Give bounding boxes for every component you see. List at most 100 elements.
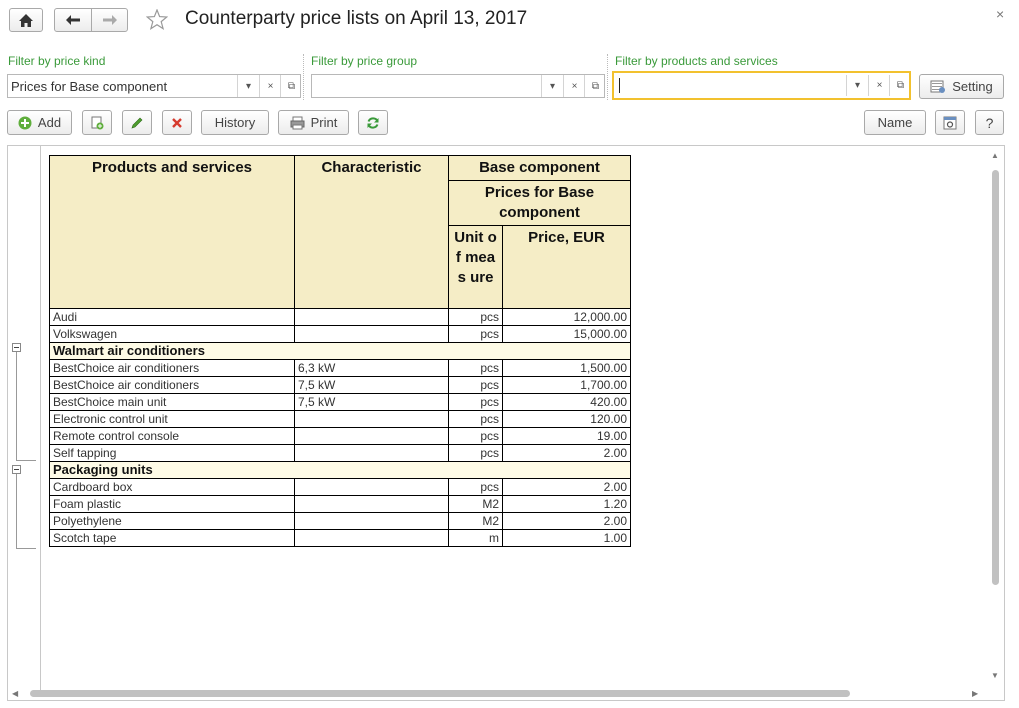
cell-price: 2.00 <box>502 512 631 530</box>
print-label: Print <box>310 115 338 130</box>
forward-button[interactable] <box>91 8 128 32</box>
text-cursor <box>619 78 620 93</box>
table-row[interactable]: Self tapping pcs 2.00 <box>49 444 631 462</box>
dropdown-icon[interactable]: ▾ <box>541 75 563 97</box>
help-button[interactable]: ? <box>975 110 1004 135</box>
name-button[interactable]: Name <box>864 110 926 135</box>
printer-icon <box>290 116 305 129</box>
table-row[interactable]: Electronic control unit pcs 120.00 <box>49 410 631 428</box>
collapse-group-packaging-icon[interactable] <box>12 465 21 474</box>
scroll-down-icon[interactable]: ▼ <box>991 671 999 680</box>
arrow-right-icon <box>102 15 117 25</box>
history-button[interactable]: History <box>201 110 269 135</box>
price-group-field[interactable]: ▾ × ⧉ <box>311 74 605 98</box>
scroll-left-icon[interactable]: ◀ <box>12 689 18 698</box>
cell-price: 120.00 <box>502 410 631 428</box>
cell-product: Cardboard box <box>49 478 295 496</box>
scroll-right-icon[interactable]: ▶ <box>972 689 978 698</box>
cell-price: 420.00 <box>502 393 631 411</box>
table-row[interactable]: BestChoice air conditioners 7,5 kW pcs 1… <box>49 376 631 394</box>
setting-button[interactable]: Setting <box>919 74 1004 99</box>
cell-unit: pcs <box>448 478 503 496</box>
cell-unit: m <box>448 529 503 547</box>
table-row[interactable]: Audi pcs 12,000.00 <box>49 308 631 326</box>
cell-price: 1,700.00 <box>502 376 631 394</box>
more-actions-button[interactable] <box>935 110 965 135</box>
cell-product: BestChoice air conditioners <box>49 359 295 377</box>
table-row[interactable]: Scotch tape m 1.00 <box>49 529 631 547</box>
refresh-button[interactable] <box>358 110 388 135</box>
table-row[interactable]: Foam plastic M2 1.20 <box>49 495 631 513</box>
price-kind-value: Prices for Base component <box>11 79 168 94</box>
delete-button[interactable] <box>162 110 192 135</box>
header-unit: Unit of meas ure <box>448 225 503 309</box>
open-icon[interactable]: ⧉ <box>889 75 911 96</box>
cell-product: Polyethylene <box>49 512 295 530</box>
collapse-group-walmart-icon[interactable] <box>12 343 21 352</box>
clear-icon[interactable]: × <box>563 75 585 97</box>
header-characteristic: Characteristic <box>294 155 449 309</box>
table-row[interactable]: BestChoice air conditioners 6,3 kW pcs 1… <box>49 359 631 377</box>
cell-product: Volkswagen <box>49 325 295 343</box>
open-icon[interactable]: ⧉ <box>584 75 606 97</box>
cell-product: BestChoice main unit <box>49 393 295 411</box>
vertical-scrollbar-thumb[interactable] <box>992 170 999 585</box>
window-settings-icon <box>943 116 957 129</box>
name-label: Name <box>877 115 913 130</box>
table-row[interactable]: Volkswagen pcs 15,000.00 <box>49 325 631 343</box>
cell-product: Remote control console <box>49 427 295 445</box>
close-icon[interactable]: × <box>996 6 1004 22</box>
refresh-icon <box>367 116 379 129</box>
table-row[interactable]: Remote control console pcs 19.00 <box>49 427 631 445</box>
dropdown-icon[interactable]: ▾ <box>237 75 259 97</box>
pencil-icon <box>131 117 143 128</box>
cell-characteristic <box>294 529 449 547</box>
add-button[interactable]: Add <box>7 110 72 135</box>
home-icon <box>19 13 33 27</box>
filter-separator <box>607 54 608 100</box>
back-button[interactable] <box>54 8 92 32</box>
cell-characteristic <box>294 512 449 530</box>
edit-button[interactable] <box>122 110 152 135</box>
price-kind-field[interactable]: Prices for Base component ▾ × ⧉ <box>7 74 301 98</box>
cell-unit: pcs <box>448 308 503 326</box>
add-label: Add <box>37 115 62 130</box>
cell-unit: pcs <box>448 444 503 462</box>
outline-line <box>16 460 36 461</box>
outline-line <box>16 548 36 549</box>
setting-label: Setting <box>952 79 993 94</box>
copy-button[interactable] <box>82 110 112 135</box>
clear-icon[interactable]: × <box>868 75 890 96</box>
cell-unit: M2 <box>448 495 503 513</box>
horizontal-scrollbar-thumb[interactable] <box>30 690 850 697</box>
add-icon <box>18 116 32 129</box>
group-row[interactable]: Walmart air conditioners <box>49 342 631 360</box>
cell-price: 1,500.00 <box>502 359 631 377</box>
group-row[interactable]: Packaging units <box>49 461 631 479</box>
cell-characteristic <box>294 444 449 462</box>
outline-line <box>16 474 17 548</box>
open-icon[interactable]: ⧉ <box>280 75 302 97</box>
cell-characteristic: 7,5 kW <box>294 376 449 394</box>
cell-product: Scotch tape <box>49 529 295 547</box>
cell-characteristic <box>294 410 449 428</box>
products-filter-field[interactable]: ▾ × ⧉ <box>612 71 911 100</box>
page-title: Counterparty price lists on April 13, 20… <box>185 8 528 29</box>
cell-unit: pcs <box>448 427 503 445</box>
cell-characteristic <box>294 495 449 513</box>
dropdown-icon[interactable]: ▾ <box>846 75 868 96</box>
cell-product: BestChoice air conditioners <box>49 376 295 394</box>
cell-price: 15,000.00 <box>502 325 631 343</box>
cell-unit: M2 <box>448 512 503 530</box>
cell-characteristic <box>294 427 449 445</box>
table-row[interactable]: BestChoice main unit 7,5 kW pcs 420.00 <box>49 393 631 411</box>
home-button[interactable] <box>9 8 43 32</box>
cell-product: Electronic control unit <box>49 410 295 428</box>
table-row[interactable]: Cardboard box pcs 2.00 <box>49 478 631 496</box>
table-row[interactable]: Polyethylene M2 2.00 <box>49 512 631 530</box>
star-icon[interactable] <box>146 9 168 30</box>
copy-icon <box>91 116 104 129</box>
scroll-up-icon[interactable]: ▲ <box>991 151 999 160</box>
clear-icon[interactable]: × <box>259 75 281 97</box>
print-button[interactable]: Print <box>278 110 349 135</box>
